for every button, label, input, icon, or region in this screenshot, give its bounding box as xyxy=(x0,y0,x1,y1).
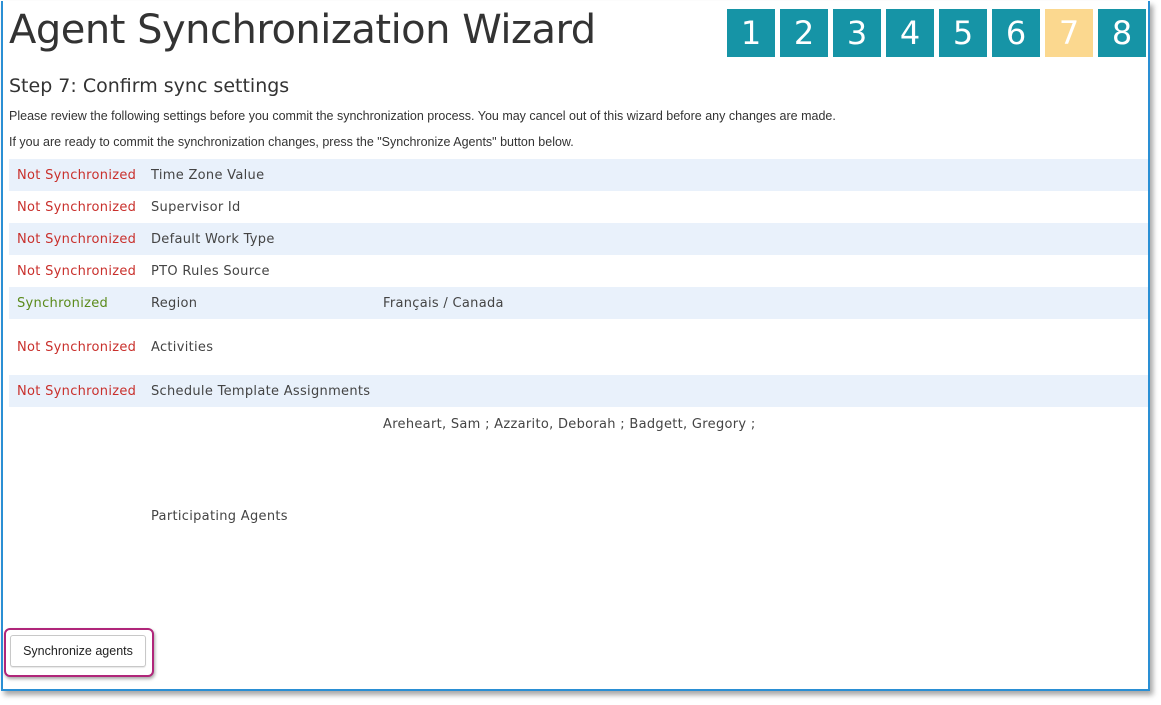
step-8-button[interactable]: 8 xyxy=(1098,9,1146,57)
sync-status: Synchronized xyxy=(17,296,109,311)
setting-name: Supervisor Id xyxy=(151,200,241,215)
setting-name: Schedule Template Assignments xyxy=(151,384,371,399)
step-title: Step 7: Confirm sync settings xyxy=(9,75,290,97)
sync-status: Not Synchronized xyxy=(17,168,137,183)
settings-table: Not Synchronized Time Zone Value Not Syn… xyxy=(9,159,1148,607)
sync-status: Not Synchronized xyxy=(17,200,137,215)
page-title: Agent Synchronization Wizard xyxy=(9,7,596,53)
step-indicator: 1 2 3 4 5 6 7 8 xyxy=(727,9,1146,57)
table-row: Synchronized Region Français / Canada xyxy=(9,287,1148,319)
sync-status: Not Synchronized xyxy=(17,264,137,279)
setting-name: Time Zone Value xyxy=(151,168,265,183)
intro-text-commit: If you are ready to commit the synchroni… xyxy=(9,135,574,149)
sync-status: Not Synchronized xyxy=(17,384,137,399)
table-row: Not Synchronized Time Zone Value xyxy=(9,159,1148,191)
setting-value: Français / Canada xyxy=(383,296,504,311)
step-7-button-current[interactable]: 7 xyxy=(1045,9,1093,57)
table-row: Not Synchronized Default Work Type xyxy=(9,223,1148,255)
step-6-button[interactable]: 6 xyxy=(992,9,1040,57)
setting-name: Activities xyxy=(151,340,214,355)
agents-list: Areheart, Sam ; Azzarito, Deborah ; Badg… xyxy=(383,417,756,432)
setting-name: PTO Rules Source xyxy=(151,264,270,279)
setting-name: Region xyxy=(151,296,198,311)
table-row: Not Synchronized Activities xyxy=(9,319,1148,375)
participating-agents-label: Participating Agents xyxy=(151,509,288,524)
participating-agents-row: Areheart, Sam ; Azzarito, Deborah ; Badg… xyxy=(9,407,1148,607)
step-1-button[interactable]: 1 xyxy=(727,9,775,57)
synchronize-agents-button[interactable]: Synchronize agents xyxy=(10,635,146,667)
table-row: Not Synchronized PTO Rules Source xyxy=(9,255,1148,287)
step-2-button[interactable]: 2 xyxy=(780,9,828,57)
table-row: Not Synchronized Supervisor Id xyxy=(9,191,1148,223)
step-4-button[interactable]: 4 xyxy=(886,9,934,57)
sync-status: Not Synchronized xyxy=(17,340,137,355)
step-3-button[interactable]: 3 xyxy=(833,9,881,57)
step-5-button[interactable]: 5 xyxy=(939,9,987,57)
wizard-window: Agent Synchronization Wizard 1 2 3 4 5 6… xyxy=(1,1,1150,691)
intro-text-review: Please review the following settings bef… xyxy=(9,109,836,123)
setting-name: Default Work Type xyxy=(151,232,275,247)
sync-status: Not Synchronized xyxy=(17,232,137,247)
table-row: Not Synchronized Schedule Template Assig… xyxy=(9,375,1148,407)
